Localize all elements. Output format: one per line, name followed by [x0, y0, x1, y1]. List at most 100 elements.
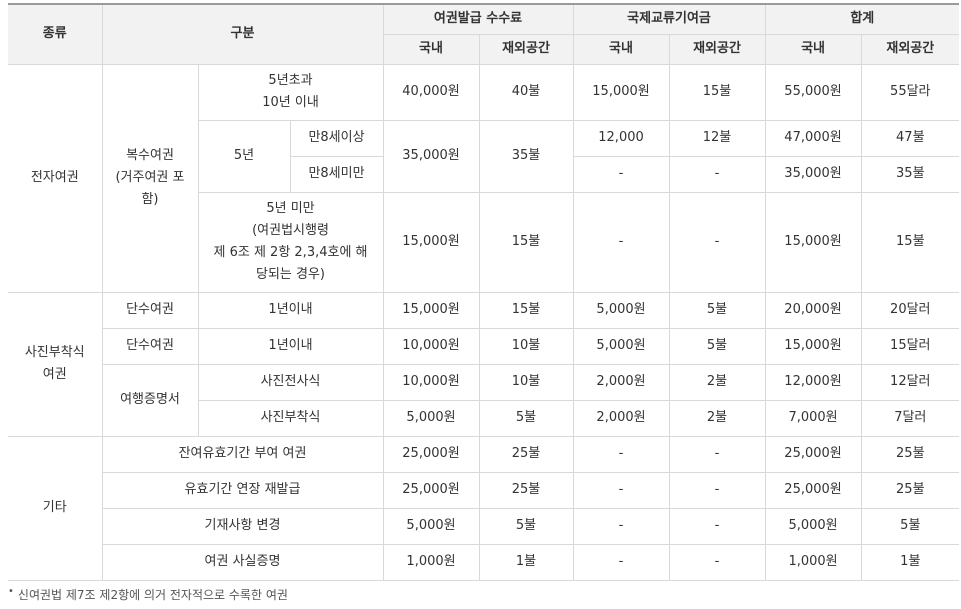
cell-intl-overseas: - — [668, 471, 766, 509]
cell-total-overseas: 1불 — [860, 543, 960, 581]
footnote: • 신여권법 제7조 제2항에 의거 전자적으로 수록한 여권 — [8, 586, 288, 603]
table-row: 여행증명서 사진전사식 10,000원 10불 2,000원 2불 12,000… — [8, 363, 960, 437]
cell-intl-overseas: 2불 — [668, 363, 766, 401]
cat-photo-attach: 사진부착식 — [198, 399, 384, 437]
cell-total-domestic: 55,000원 — [764, 63, 862, 121]
cell-fee-overseas: 10불 — [478, 363, 574, 401]
cell-intl-overseas: 5불 — [668, 327, 766, 365]
cat-age8-over: 만8세이상 — [289, 119, 384, 157]
footnote-text: 신여권법 제7조 제2항에 의거 전자적으로 수록한 여권 — [17, 588, 288, 602]
cell-fee-domestic: 40,000원 — [382, 63, 480, 121]
table-row: 기타 잔여유효기간 부여 여권 25,000원 25불 - - 25,000원 … — [8, 435, 960, 581]
cell-total-domestic: 15,000원 — [764, 327, 862, 365]
header-total: 합계 — [764, 3, 960, 35]
cell-intl-overseas: 2불 — [668, 399, 766, 437]
cell-intl-overseas: 12불 — [668, 119, 766, 157]
cell-fee-overseas: 40불 — [478, 63, 574, 121]
cell-fee-overseas: 25불 — [478, 435, 574, 473]
cat-single: 단수여권 — [102, 327, 199, 365]
cell-intl-domestic: - — [572, 435, 670, 473]
cell-fee-domestic: 10,000원 — [382, 327, 480, 365]
cell-fee-domestic: 35,000원 — [382, 119, 480, 193]
cell-intl-overseas: - — [668, 155, 766, 193]
cat-age8-under: 만8세미만 — [290, 155, 384, 193]
header-category: 구분 — [101, 3, 384, 65]
cell-fee-domestic: 5,000원 — [382, 399, 480, 437]
cell-fee-overseas: 10불 — [478, 327, 574, 365]
cell-intl-domestic: 2,000원 — [572, 363, 670, 401]
cat-within1: 1년이내 — [197, 327, 384, 365]
cell-intl-overseas: - — [668, 543, 766, 581]
cell-total-domestic: 1,000원 — [764, 543, 862, 581]
table-row: 전자여권 복수여권 (거주여권 포 함) 5년초과 10년 이내 40,000원 40… — [8, 63, 960, 293]
cell-intl-overseas: 15불 — [668, 63, 766, 121]
cat-photo-print: 사진전사식 — [197, 363, 384, 401]
cell-fee-domestic: 15,000원 — [382, 291, 480, 329]
cell-total-overseas: 25불 — [860, 435, 960, 473]
cell-intl-domestic: 15,000원 — [572, 63, 670, 121]
cat-photo: 사진부착식 여권 — [8, 291, 103, 437]
cell-intl-overseas: - — [668, 507, 766, 545]
cell-total-domestic: 5,000원 — [764, 507, 862, 545]
cell-fee-overseas: 5불 — [478, 507, 574, 545]
table-row: 단수여권 1년이내 10,000원 10불 5,000원 5불 15,000원 … — [8, 327, 960, 365]
cat-other: 기타 — [8, 435, 103, 581]
cell-total-overseas: 47불 — [860, 119, 960, 157]
cat-extension: 유효기간 연장 재발급 — [102, 471, 384, 509]
cell-intl-overseas: 5불 — [668, 291, 766, 329]
cell-total-domestic: 35,000원 — [764, 155, 862, 193]
cat-single: 단수여권 — [101, 291, 199, 329]
table-row: 기재사항 변경 5,000원 5불 - - 5,000원 5불 — [8, 507, 960, 545]
cell-intl-domestic: - — [572, 543, 670, 581]
table-row: 여권 사실증명 1,000원 1불 - - 1,000원 1불 — [8, 543, 960, 581]
cell-intl-domestic: 5,000원 — [572, 327, 670, 365]
cell-fee-overseas: 5불 — [478, 399, 574, 437]
cell-fee-domestic: 1,000원 — [382, 543, 480, 581]
footnote-bullet: • — [8, 586, 14, 597]
table-row: 유효기간 연장 재발급 25,000원 25불 - - 25,000원 25불 — [8, 471, 960, 509]
header-fee: 여권발급 수수료 — [382, 3, 574, 35]
table-row: 사진부착식 여권 단수여권 1년이내 15,000원 15불 5,000원 5불 … — [8, 291, 960, 437]
cat-five-years: 5년 — [198, 119, 291, 193]
cell-intl-overseas: - — [668, 435, 766, 473]
header-fee-domestic: 국내 — [383, 33, 480, 65]
cat-within1: 1년이내 — [197, 291, 384, 329]
cell-total-domestic: 15,000원 — [764, 191, 862, 293]
cell-total-overseas: 12달러 — [860, 363, 960, 401]
cat-fact-cert: 여권 사실증명 — [102, 543, 384, 581]
cat-electronic: 전자여권 — [8, 63, 103, 293]
cell-intl-domestic: 5,000원 — [572, 291, 670, 329]
cell-fee-overseas: 35불 — [478, 119, 574, 193]
passport-fee-table: 종류 구분 여권발급 수수료 국제교류기여금 합계 국내 재외공간 국내 재외공… — [8, 3, 960, 581]
cell-total-overseas: 55달라 — [860, 63, 960, 121]
header-type: 종류 — [8, 3, 103, 65]
header-fee-overseas: 재외공간 — [478, 33, 574, 65]
header-total-domestic: 국내 — [764, 33, 862, 65]
cat-remaining: 잔여유효기간 부여 여권 — [101, 435, 384, 473]
header-total-overseas: 재외공간 — [860, 33, 960, 65]
cell-total-overseas: 20달러 — [860, 291, 960, 329]
header-intl-overseas: 재외공간 — [668, 33, 766, 65]
cell-intl-domestic: - — [572, 471, 670, 509]
cell-total-domestic: 7,000원 — [764, 399, 862, 437]
cell-total-domestic: 25,000원 — [764, 471, 862, 509]
cell-total-domestic: 12,000원 — [764, 363, 862, 401]
cat-over5: 5년초과 10년 이내 — [197, 63, 384, 121]
cell-fee-overseas: 15불 — [478, 191, 574, 293]
cell-intl-overseas: - — [668, 191, 766, 293]
cell-intl-domestic: - — [572, 191, 670, 293]
cell-fee-overseas: 15불 — [478, 291, 574, 329]
cell-total-domestic: 25,000원 — [764, 435, 862, 473]
cell-intl-domestic: - — [572, 155, 670, 193]
header-intl: 국제교류기여금 — [572, 3, 766, 35]
cell-fee-domestic: 15,000원 — [382, 191, 480, 293]
cell-fee-domestic: 5,000원 — [382, 507, 480, 545]
cat-under5: 5년 미만 (여권법시행령 제 6조 제 2항 2,3,4호에 해 당되는 경우) — [198, 191, 384, 293]
cell-total-overseas: 35불 — [860, 155, 960, 193]
cell-intl-domestic: - — [572, 507, 670, 545]
cell-total-domestic: 20,000원 — [764, 291, 862, 329]
cell-total-domestic: 47,000원 — [764, 119, 862, 157]
cell-intl-domestic: 12,000 — [572, 119, 670, 157]
cell-fee-domestic: 10,000원 — [382, 363, 480, 401]
cell-total-overseas: 25불 — [860, 471, 960, 509]
